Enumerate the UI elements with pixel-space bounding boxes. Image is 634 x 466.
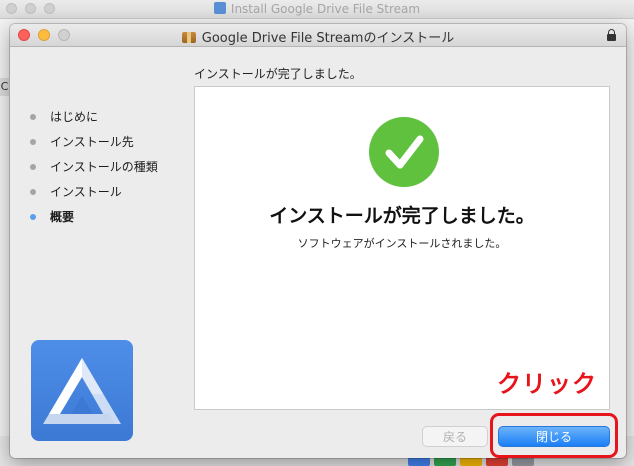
page-heading: インストールが完了しました。 <box>194 67 362 81</box>
step-label: インストール <box>50 185 122 199</box>
step-label: はじめに <box>50 110 99 124</box>
package-icon <box>181 32 196 43</box>
drive-installer-icon <box>213 2 226 14</box>
google-drive-logo <box>31 340 133 441</box>
step-bullet-icon <box>30 113 36 120</box>
step-label: インストール先 <box>50 135 134 149</box>
step-installation: インストール <box>30 179 158 204</box>
background-window-title-text: Install Google Drive File Stream <box>230 2 421 16</box>
step-bullet-icon <box>30 163 36 170</box>
titlebar: Google Drive File Streamのインストール <box>10 24 626 47</box>
step-summary: 概要 <box>30 204 158 229</box>
step-label: インストールの種類 <box>50 160 158 174</box>
step-bullet-icon <box>30 138 36 145</box>
click-annotation-label: クリック <box>497 370 597 398</box>
background-window-title: Install Google Drive File Stream <box>0 2 634 16</box>
lock-icon <box>607 29 616 41</box>
back-button[interactable]: 戻る <box>422 426 488 447</box>
step-active-bullet-icon <box>30 213 36 220</box>
window-title-text: Google Drive File Streamのインストール <box>201 31 455 46</box>
completion-detail: ソフトウェアがインストールされました。 <box>297 237 507 250</box>
background-titlebar: Install Google Drive File Stream <box>0 0 634 19</box>
content-panel: インストールが完了しました。 ソフトウェアがインストールされました。 <box>194 86 610 410</box>
step-installation-type: インストールの種類 <box>30 154 158 179</box>
window-title: Google Drive File Streamのインストール <box>10 27 626 46</box>
installer-steps: はじめに インストール先 インストールの種類 インストール 概要 <box>30 104 158 229</box>
drive-triangle-icon <box>43 358 121 424</box>
click-annotation-highlight <box>490 413 618 458</box>
step-bullet-icon <box>30 188 36 195</box>
step-introduction: はじめに <box>30 104 158 129</box>
completion-message: インストールが完了しました。 <box>269 205 535 227</box>
step-label: 概要 <box>50 210 75 224</box>
background-side-letter: C <box>0 78 9 96</box>
checkmark-icon <box>369 117 439 187</box>
step-destination: インストール先 <box>30 129 158 154</box>
